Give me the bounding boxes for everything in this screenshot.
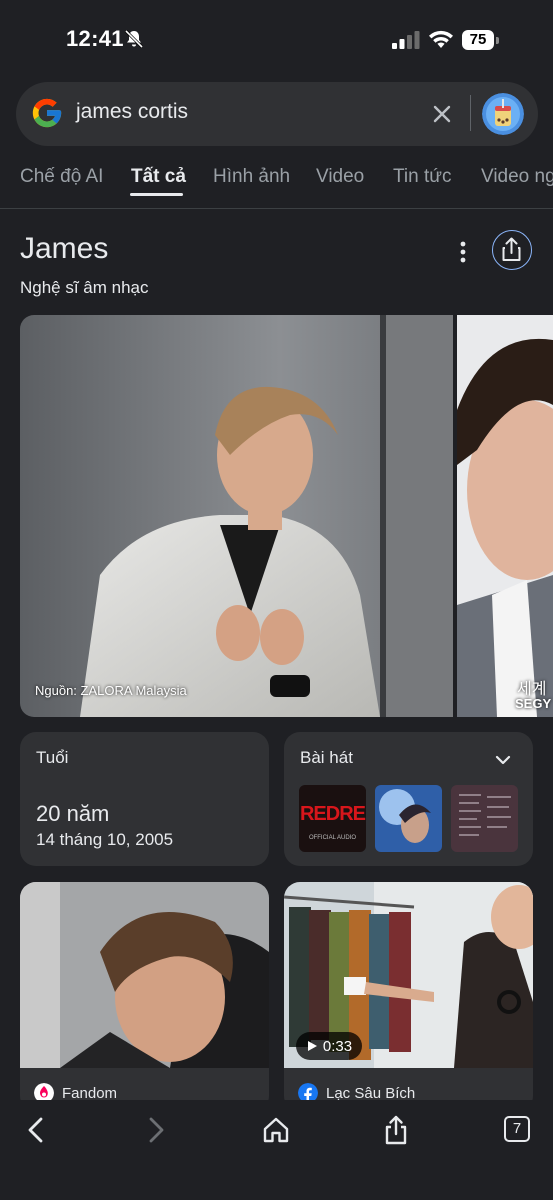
share-icon	[502, 237, 521, 261]
video-duration-badge: 0:33	[296, 1032, 362, 1060]
result-source-name-1: Fandom	[62, 1084, 118, 1102]
album-cover-1[interactable]: REDRE OFFICIAL AUDIO	[299, 785, 366, 852]
battery-level: 75	[462, 30, 494, 50]
tab-videos[interactable]: Video	[316, 166, 364, 188]
result-source-name-2: Lạc Sâu Bích	[326, 1084, 416, 1102]
forward-arrow-icon[interactable]	[140, 1114, 172, 1146]
result-card-fandom[interactable]: Fandom	[20, 882, 269, 1112]
tab-ai-mode[interactable]: Chế độ AI	[20, 166, 103, 188]
tab-count-button[interactable]: 7	[504, 1116, 530, 1142]
battery-indicator: 75	[462, 30, 500, 50]
secondary-photo[interactable]: 세계 SEGY	[457, 315, 553, 717]
entity-subtitle: Nghệ sĩ âm nhạc	[20, 278, 149, 297]
active-tab-indicator	[130, 193, 183, 196]
more-options-icon[interactable]	[450, 238, 476, 266]
age-label: Tuổi	[36, 748, 69, 767]
status-time: 12:41	[66, 26, 124, 51]
age-value: 20 năm	[36, 801, 110, 826]
album-cover-3[interactable]	[451, 785, 518, 852]
cellular-signal-icon	[392, 31, 420, 49]
bell-muted-icon	[124, 29, 144, 49]
tabs-divider	[0, 208, 553, 209]
share-button[interactable]	[492, 230, 532, 270]
result-card-facebook-video[interactable]: Lạc Sâu Bích	[284, 882, 533, 1112]
account-avatar[interactable]	[482, 93, 524, 135]
back-arrow-icon[interactable]	[20, 1114, 52, 1146]
tab-news[interactable]: Tin tức	[393, 166, 451, 188]
album-cover-2[interactable]	[375, 785, 442, 852]
google-logo-icon	[32, 98, 62, 128]
photo-source: Nguồn: ZALORA Malaysia	[35, 683, 187, 698]
home-icon[interactable]	[260, 1114, 292, 1146]
entity-title: James	[20, 232, 109, 265]
result-image-1	[20, 882, 269, 1068]
tab-images[interactable]: Hình ảnh	[213, 166, 290, 188]
tab-short-videos[interactable]: Video ng	[481, 166, 553, 188]
main-photo[interactable]	[20, 315, 453, 717]
video-duration: 0:33	[322, 1037, 353, 1055]
play-icon	[307, 1041, 317, 1051]
clear-search-icon[interactable]	[429, 101, 455, 127]
share-page-icon[interactable]	[380, 1114, 412, 1146]
search-query[interactable]: james cortis	[76, 100, 188, 124]
tab-all[interactable]: Tất cả	[131, 166, 186, 188]
watermark-latin: SEGY	[515, 696, 552, 711]
birth-date: 14 tháng 10, 2005	[36, 830, 174, 849]
wifi-icon	[429, 30, 453, 48]
songs-label: Bài hát	[300, 748, 353, 767]
chevron-down-icon[interactable]	[492, 749, 514, 771]
search-divider	[470, 95, 471, 131]
